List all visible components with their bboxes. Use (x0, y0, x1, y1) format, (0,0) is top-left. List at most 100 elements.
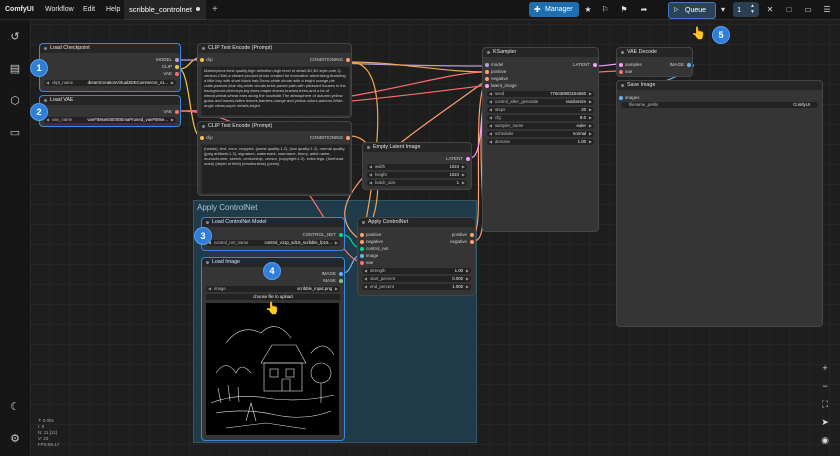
node-header[interactable]: Save Image (617, 81, 822, 90)
arrow-left-icon[interactable]: ◀ (489, 131, 492, 137)
output-control-net-pin[interactable] (339, 233, 343, 237)
tab-scribble-controlnet[interactable]: scribble_controlnet (124, 0, 206, 20)
scheduler-combo[interactable]: ◀ scheduler normal ▶ (487, 131, 594, 137)
collapse-dot-icon[interactable] (206, 221, 209, 224)
queue-count-stepper[interactable]: 1 ▲ ▼ (733, 2, 759, 17)
chart-icon[interactable]: ⚑ (617, 2, 631, 17)
input-vae-pin[interactable] (619, 70, 623, 74)
input-negative-pin[interactable] (360, 240, 364, 244)
menu-help[interactable]: Help (106, 0, 120, 19)
node-header[interactable]: Empty Latent Image (363, 143, 471, 152)
node-load-image[interactable]: Load Image IMAGE MASK ◀ image scribble_i… (201, 257, 345, 441)
input-positive-pin[interactable] (485, 70, 489, 74)
close-icon[interactable]: ✕ (763, 2, 777, 17)
negative-prompt-textarea[interactable]: (hands), text, error, cropped, (worst qu… (201, 144, 350, 194)
arrow-right-icon[interactable]: ▶ (589, 115, 592, 121)
arrow-right-icon[interactable]: ▶ (171, 80, 174, 86)
output-negative-pin[interactable] (470, 240, 474, 244)
arrow-left-icon[interactable]: ◀ (369, 180, 372, 186)
arrow-left-icon[interactable]: ◀ (489, 115, 492, 121)
input-clip-pin[interactable] (200, 58, 204, 62)
input-control-net-pin[interactable] (360, 247, 364, 251)
stepper-arrows-icon[interactable]: ▲ ▼ (750, 3, 755, 15)
panel-icon[interactable]: ▭ (801, 2, 815, 17)
arrow-left-icon[interactable]: ◀ (46, 117, 49, 123)
collapse-dot-icon[interactable] (206, 261, 209, 264)
arrow-right-icon[interactable]: ▶ (466, 276, 469, 282)
collapse-dot-icon[interactable] (621, 84, 624, 87)
new-tab-button[interactable]: + (212, 0, 218, 19)
arrow-left-icon[interactable]: ◀ (208, 286, 211, 292)
height-stepper[interactable]: ◀ height 1024 ▶ (367, 172, 467, 178)
input-clip-pin[interactable] (200, 136, 204, 140)
visibility-eye-icon[interactable]: ◉ (816, 432, 834, 448)
output-latent-pin[interactable] (466, 157, 470, 161)
output-latent-pin[interactable] (593, 63, 597, 67)
manager-button[interactable]: ✚ Manager (529, 2, 579, 17)
node-header[interactable]: Load VAE (40, 96, 180, 105)
output-conditioning-pin[interactable] (346, 136, 350, 140)
collapse-dot-icon[interactable] (367, 146, 370, 149)
input-image-pin[interactable] (360, 254, 364, 258)
input-vae-pin[interactable] (360, 261, 364, 265)
output-image-pin[interactable] (687, 63, 691, 67)
node-header[interactable]: CLIP Text Encode (Prompt) (198, 122, 351, 131)
cube-icon[interactable]: ⬡ (7, 93, 23, 109)
control-net-name-combo[interactable]: ◀ control_net_name control_v11p_sd15_scr… (206, 240, 340, 246)
collapse-dot-icon[interactable] (621, 51, 624, 54)
arrow-left-icon[interactable]: ◀ (489, 99, 492, 105)
zoom-in-icon[interactable]: + (816, 360, 834, 376)
output-vae-pin[interactable] (175, 110, 179, 114)
node-header[interactable]: VAE Decode (617, 48, 692, 57)
arrow-right-icon[interactable]: ▶ (589, 107, 592, 113)
arrow-left-icon[interactable]: ◀ (489, 123, 492, 129)
strength-stepper[interactable]: ◀ strength 1.00 ▶ (362, 268, 471, 274)
arrow-right-icon[interactable]: ▶ (171, 117, 174, 123)
arrow-right-icon[interactable]: ▶ (462, 164, 465, 170)
collapse-dot-icon[interactable] (202, 47, 205, 50)
queue-button[interactable]: ▷ Queue (668, 2, 716, 19)
settings-gear-icon[interactable]: ⚙ (7, 431, 23, 447)
collapse-dot-icon[interactable] (202, 125, 205, 128)
control-after-generate-combo[interactable]: ◀ control_after_generate randomize ▶ (487, 99, 594, 105)
node-load-checkpoint[interactable]: Load Checkpoint MODEL CLIP VAE ◀ ckpt_na… (39, 43, 181, 92)
node-clip-text-encode-negative[interactable]: CLIP Text Encode (Prompt) clip CONDITION… (197, 121, 352, 196)
arrow-right-icon[interactable]: ▶ (589, 123, 592, 129)
queue-list-icon[interactable]: ▤ (7, 61, 23, 77)
image-combo[interactable]: ◀ image scribble_input.png ▶ (206, 286, 340, 292)
output-clip-pin[interactable] (175, 65, 179, 69)
collapse-dot-icon[interactable] (44, 99, 47, 102)
share-icon[interactable]: ➦ (637, 2, 651, 17)
menu-workflow[interactable]: Workflow (45, 0, 74, 19)
node-load-vae[interactable]: Load VAE VAE ◀ vae_name vaeFtMse840000Em… (39, 95, 181, 127)
output-model-pin[interactable] (175, 58, 179, 62)
arrow-right-icon[interactable]: ▶ (589, 131, 592, 137)
arrow-left-icon[interactable]: ◀ (369, 164, 372, 170)
output-vae-pin[interactable] (175, 72, 179, 76)
input-negative-pin[interactable] (485, 77, 489, 81)
zoom-out-icon[interactable]: − (816, 378, 834, 394)
fit-view-icon[interactable]: ⛶ (816, 396, 834, 412)
collapse-dot-icon[interactable] (362, 221, 365, 224)
node-apply-controlnet[interactable]: Apply ControlNet positive negative contr… (357, 217, 476, 296)
input-model-pin[interactable] (485, 63, 489, 67)
cfg-stepper[interactable]: ◀ cfg 8.0 ▶ (487, 115, 594, 121)
collapse-dot-icon[interactable] (487, 51, 490, 54)
hamburger-icon[interactable]: ☰ (820, 2, 834, 17)
arrow-right-icon[interactable]: ▶ (462, 180, 465, 186)
menu-edit[interactable]: Edit (83, 0, 95, 19)
node-vae-decode[interactable]: VAE Decode samples vae IMAGE (616, 47, 693, 77)
choose-file-upload-button[interactable]: choose file to upload (206, 294, 340, 300)
output-conditioning-pin[interactable] (346, 58, 350, 62)
denoise-stepper[interactable]: ◀ denoise 1.00 ▶ (487, 139, 594, 145)
node-header[interactable]: KSampler (483, 48, 598, 57)
node-header[interactable]: CLIP Text Encode (Prompt) (198, 44, 351, 53)
batch-size-stepper[interactable]: ◀ batch_size 1 ▶ (367, 180, 467, 186)
arrow-right-icon[interactable]: ▶ (335, 286, 338, 292)
star-icon[interactable]: ★ (581, 2, 595, 17)
arrow-left-icon[interactable]: ◀ (364, 284, 367, 290)
node-load-controlnet-model[interactable]: Load ControlNet Model CONTROL_NET ◀ cont… (201, 217, 345, 251)
steps-stepper[interactable]: ◀ steps 20 ▶ (487, 107, 594, 113)
collapse-dot-icon[interactable] (44, 47, 47, 50)
arrow-left-icon[interactable]: ◀ (46, 80, 49, 86)
